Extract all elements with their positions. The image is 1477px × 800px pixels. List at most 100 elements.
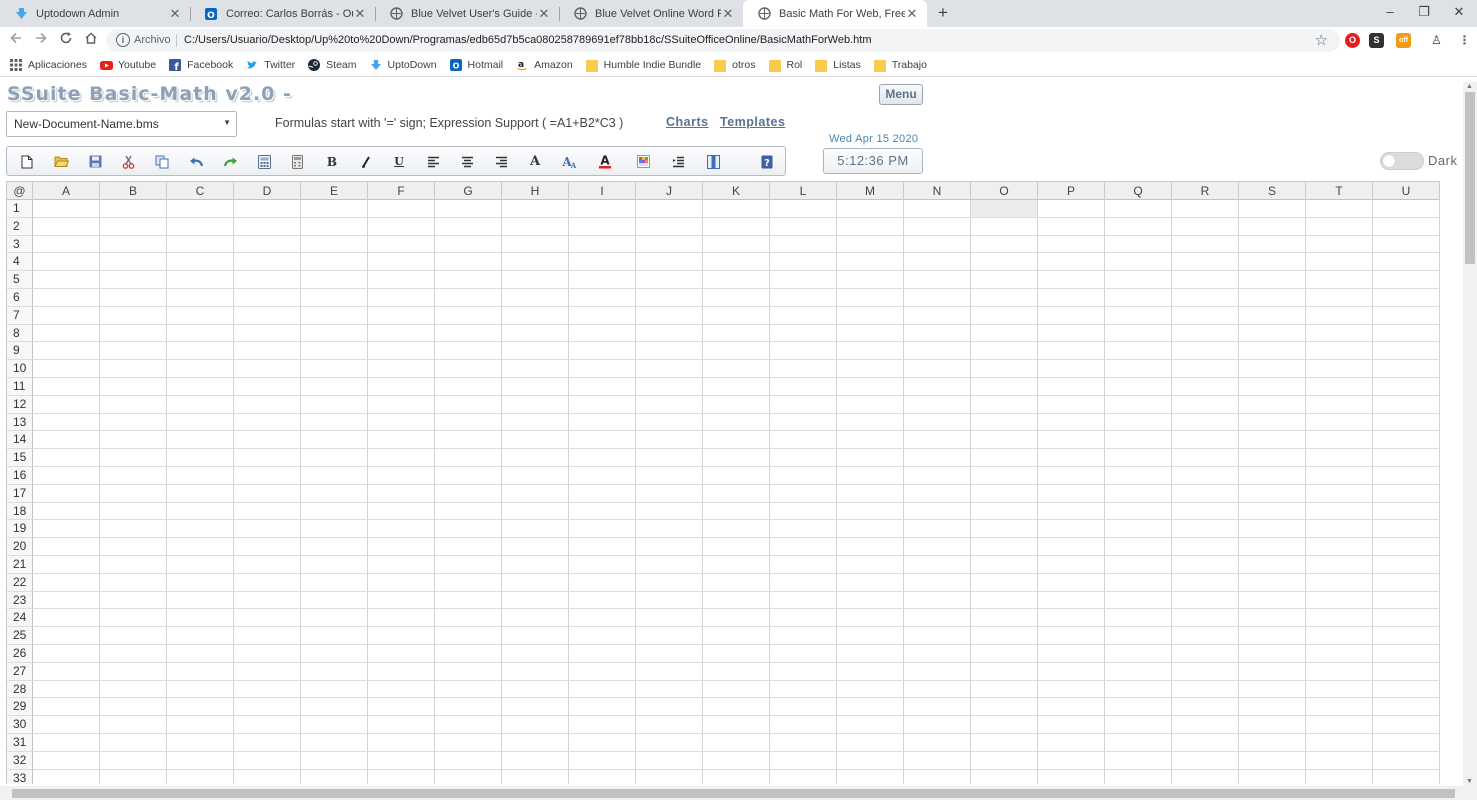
cell-c24[interactable] [167,609,234,627]
cell-a5[interactable] [33,271,100,288]
cell-l15[interactable] [770,449,837,466]
cell-c3[interactable] [167,235,234,253]
more-menu-icon[interactable]: ⋮ [1457,33,1472,48]
cell-i2[interactable] [569,217,636,235]
cell-a29[interactable] [33,698,100,716]
cell-f17[interactable] [368,484,435,502]
cell-o29[interactable] [971,698,1038,716]
cell-e24[interactable] [301,609,368,627]
cell-o17[interactable] [971,484,1038,502]
cell-b1[interactable] [100,200,167,217]
cell-r10[interactable] [1172,360,1239,377]
cell-l17[interactable] [770,484,837,502]
cell-o5[interactable] [971,271,1038,288]
cell-p26[interactable] [1038,644,1105,662]
cell-f30[interactable] [368,716,435,733]
column-header-t[interactable]: T [1306,182,1373,200]
cell-m31[interactable] [837,733,904,751]
cell-s2[interactable] [1239,217,1306,235]
cell-j5[interactable] [636,271,703,288]
cell-k27[interactable] [703,662,770,680]
bookmark-amazon[interactable]: a Amazon [516,59,573,71]
column-header-o[interactable]: O [971,182,1038,200]
restore-button[interactable]: ❐ [1415,4,1433,20]
cell-j17[interactable] [636,484,703,502]
cell-q29[interactable] [1105,698,1172,716]
cell-b5[interactable] [100,271,167,288]
cell-p4[interactable] [1038,253,1105,271]
cell-p10[interactable] [1038,360,1105,377]
cell-n28[interactable] [904,680,971,698]
cell-u10[interactable] [1373,360,1440,377]
cell-c21[interactable] [167,555,234,573]
cell-d7[interactable] [234,306,301,324]
cell-n13[interactable] [904,413,971,431]
row-header[interactable]: 9 [7,342,33,360]
cell-h9[interactable] [502,342,569,360]
cell-n27[interactable] [904,662,971,680]
cell-u13[interactable] [1373,413,1440,431]
cell-j27[interactable] [636,662,703,680]
cell-s17[interactable] [1239,484,1306,502]
row-header[interactable]: 10 [7,360,33,377]
cell-b26[interactable] [100,644,167,662]
cell-q11[interactable] [1105,377,1172,395]
cell-e23[interactable] [301,591,368,609]
cell-f21[interactable] [368,555,435,573]
cell-p15[interactable] [1038,449,1105,466]
cell-u9[interactable] [1373,342,1440,360]
cell-c7[interactable] [167,306,234,324]
bookmark-rol[interactable]: Rol [768,59,802,72]
cell-n26[interactable] [904,644,971,662]
cell-t27[interactable] [1306,662,1373,680]
cell-h31[interactable] [502,733,569,751]
cell-f32[interactable] [368,751,435,769]
tab-close-icon[interactable]: ✕ [537,6,551,22]
underline-icon[interactable]: U [390,153,408,170]
cell-t20[interactable] [1306,538,1373,555]
cell-l26[interactable] [770,644,837,662]
cell-j19[interactable] [636,520,703,538]
cell-h1[interactable] [502,200,569,217]
cell-g33[interactable] [435,769,502,784]
cell-k19[interactable] [703,520,770,538]
cell-r4[interactable] [1172,253,1239,271]
cell-m30[interactable] [837,716,904,733]
cell-j24[interactable] [636,609,703,627]
cell-a17[interactable] [33,484,100,502]
cell-p11[interactable] [1038,377,1105,395]
cell-e27[interactable] [301,662,368,680]
cell-f24[interactable] [368,609,435,627]
cell-k15[interactable] [703,449,770,466]
cell-i8[interactable] [569,324,636,342]
bookmark-star-icon[interactable]: ☆ [1315,31,1328,49]
row-header[interactable]: 4 [7,253,33,271]
cell-a4[interactable] [33,253,100,271]
info-icon[interactable]: i [116,33,130,47]
cell-r2[interactable] [1172,217,1239,235]
bookmark-uptodown[interactable]: UptoDown [370,59,437,71]
cell-s8[interactable] [1239,324,1306,342]
column-header-f[interactable]: F [368,182,435,200]
cell-i26[interactable] [569,644,636,662]
cell-o2[interactable] [971,217,1038,235]
cell-t7[interactable] [1306,306,1373,324]
cell-j12[interactable] [636,395,703,413]
cell-r31[interactable] [1172,733,1239,751]
cell-d15[interactable] [234,449,301,466]
cell-i11[interactable] [569,377,636,395]
cell-a22[interactable] [33,573,100,591]
cell-h21[interactable] [502,555,569,573]
cell-s10[interactable] [1239,360,1306,377]
cell-m27[interactable] [837,662,904,680]
cell-m1[interactable] [837,200,904,217]
cell-n15[interactable] [904,449,971,466]
cell-s18[interactable] [1239,502,1306,520]
cell-m17[interactable] [837,484,904,502]
cell-t18[interactable] [1306,502,1373,520]
cell-h8[interactable] [502,324,569,342]
close-window-button[interactable]: ✕ [1450,4,1468,20]
cell-i28[interactable] [569,680,636,698]
home-button[interactable] [82,31,100,49]
cell-n31[interactable] [904,733,971,751]
